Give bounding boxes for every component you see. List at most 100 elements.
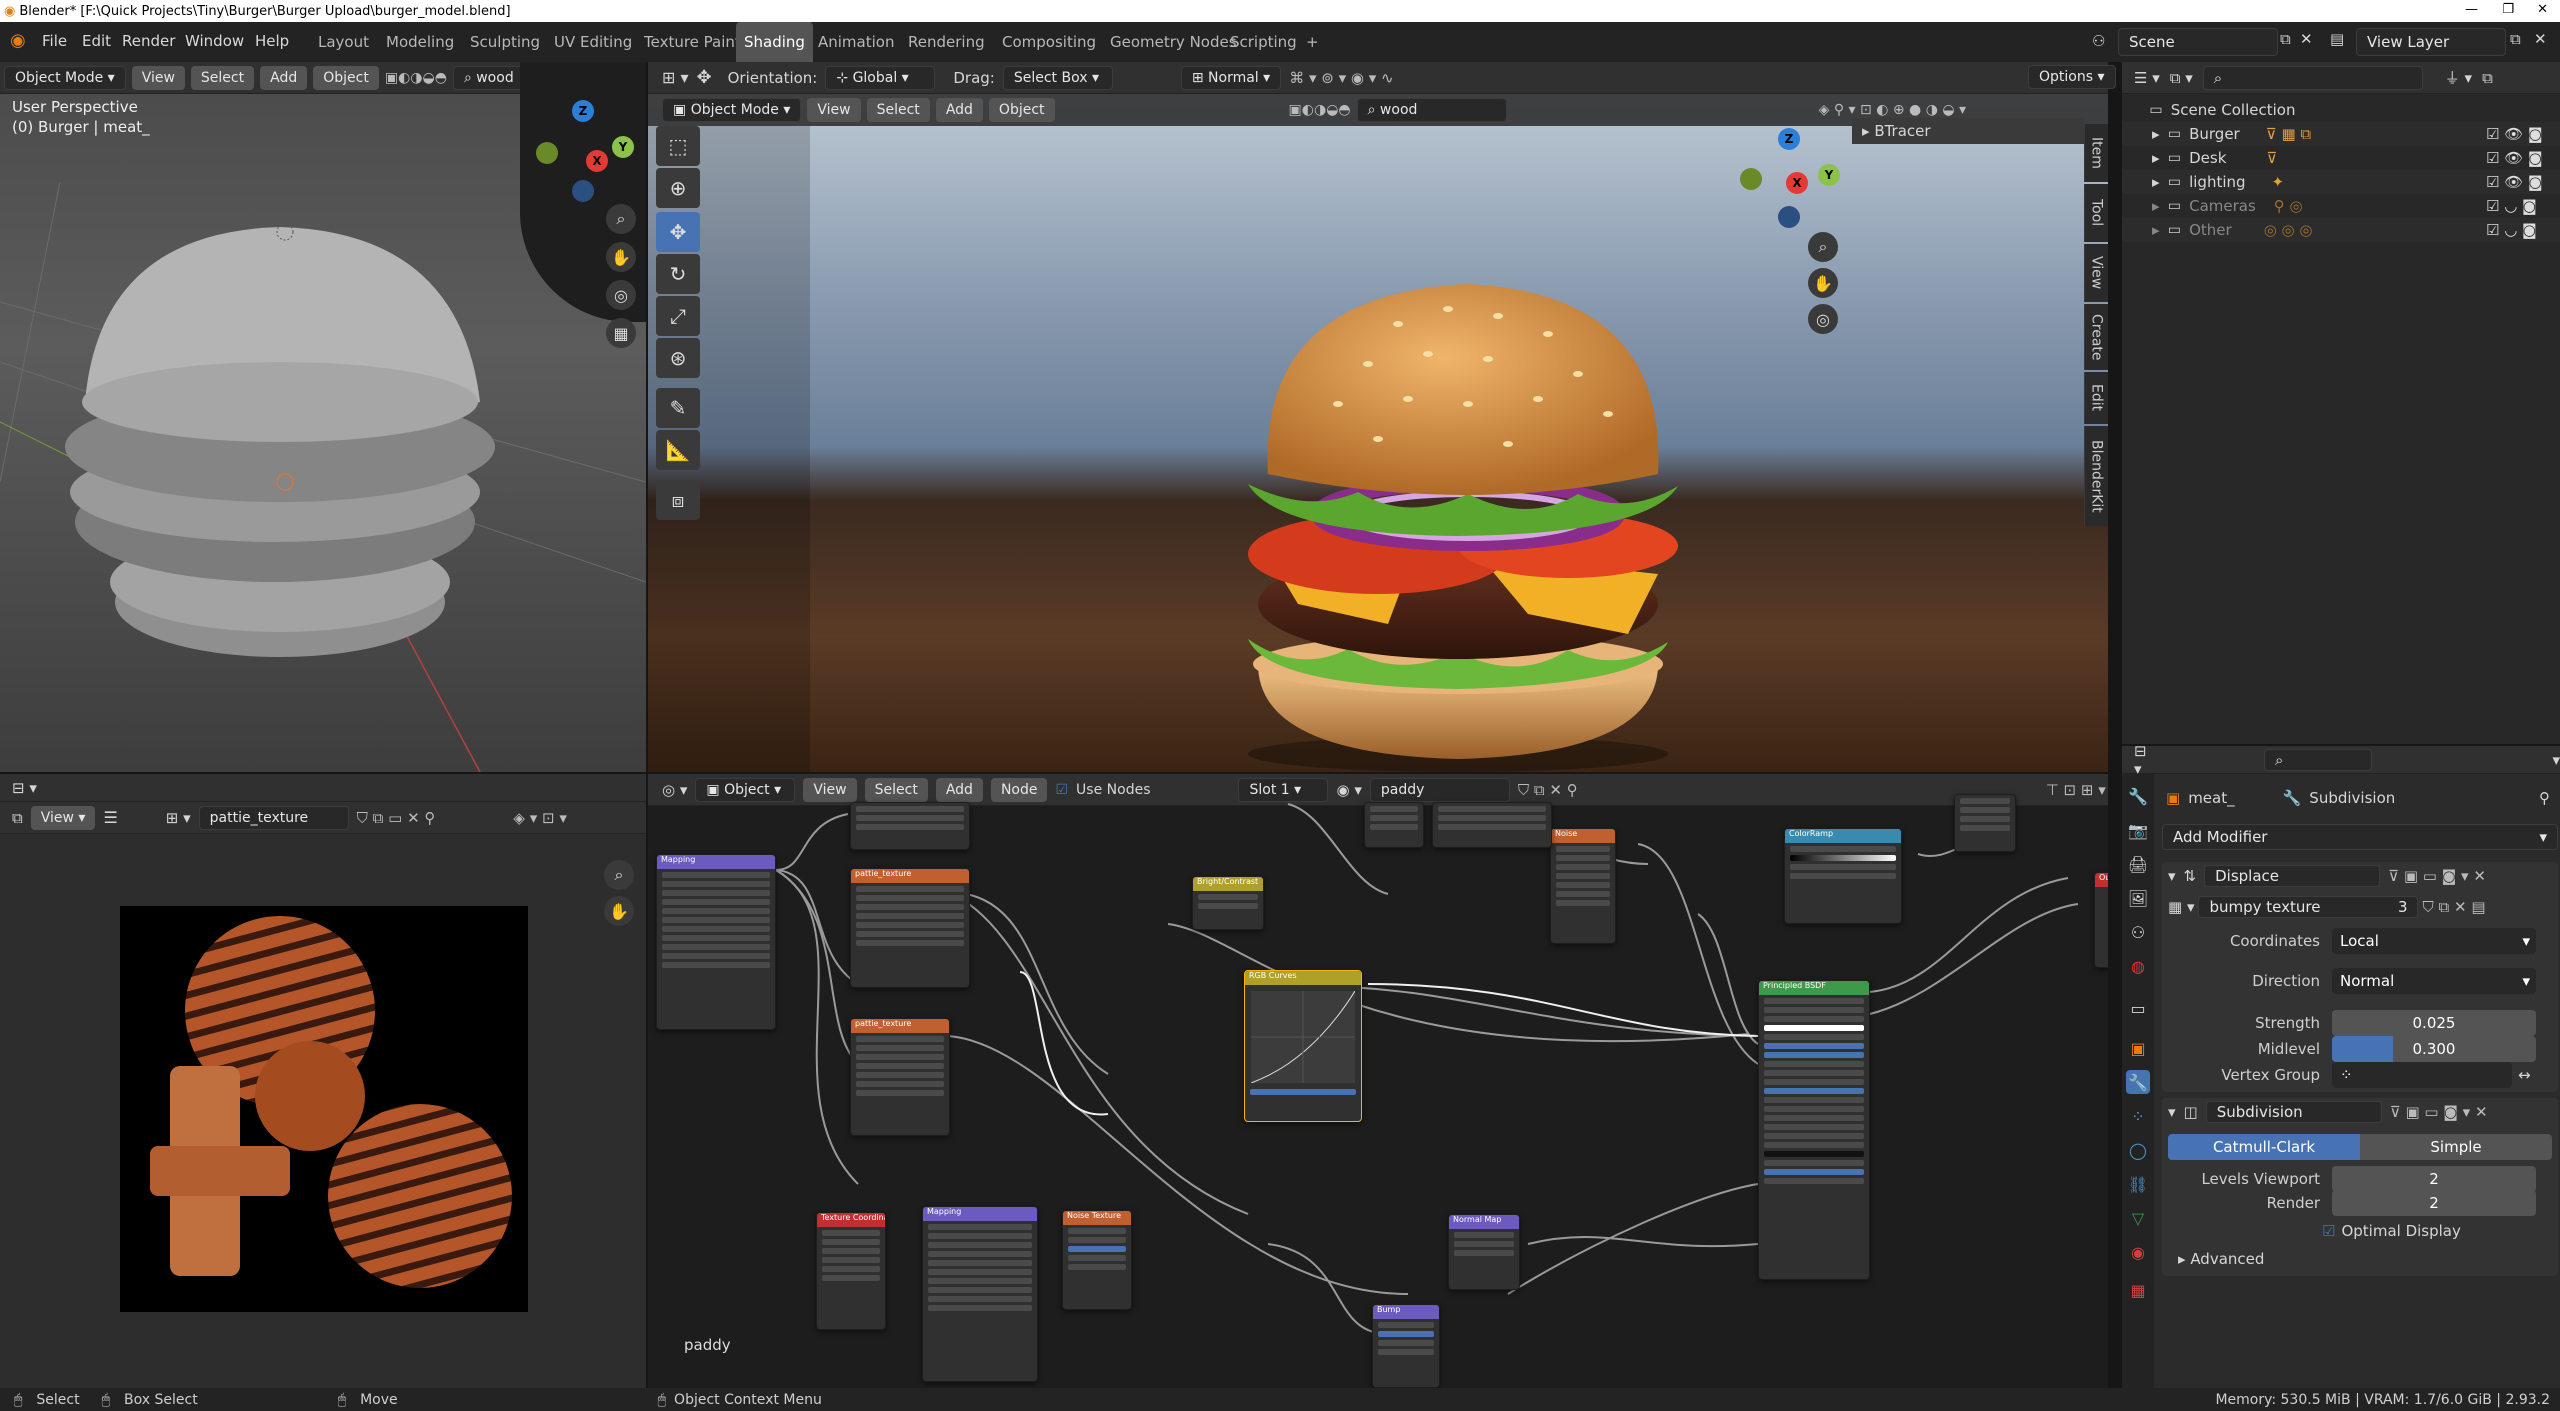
image-actions-icons[interactable]: ⛉ ⧉ ▭ ✕ ⚲ [357,809,436,827]
tab-sculpting[interactable]: Sculpting [462,22,548,62]
add-modifier-button[interactable]: Add Modifier ▾ [2162,824,2558,850]
object-tab-icon[interactable]: ▣ [2126,1036,2150,1060]
tab-rendering[interactable]: Rendering [900,22,993,62]
left-zoom-icon[interactable]: ⌕ [606,204,636,234]
main-view-menu[interactable]: View [807,98,861,122]
expand-icon[interactable]: ▸ [2152,173,2160,191]
image-editor-mode-icon[interactable]: ⧉ [12,809,23,827]
tool-move[interactable]: ✥ [656,212,700,252]
left-gizmo-z[interactable]: Z [572,100,594,122]
main-zoom-icon[interactable]: ⌕ [1808,232,1838,262]
tab-texture-paint[interactable]: Texture Paint [636,22,749,62]
left-viewport[interactable]: Object Mode ▾ View Select Add Object ▣◐◑… [0,62,646,772]
tab-uv-editing[interactable]: UV Editing [546,22,640,62]
main-pan-icon[interactable]: ✋ [1808,268,1838,298]
visibility-row-desk[interactable]: ☑ 👁 ◙ [2486,146,2556,170]
node-mapping-1[interactable]: Mapping [656,854,776,1030]
node-bright-contrast[interactable]: Bright/Contrast [1192,876,1264,930]
node-editor[interactable]: ◎ ▾ ▣ Object ▾ View Select Add Node ☑ Us… [648,774,2108,1388]
tool-select-box[interactable]: ⬚ [656,126,700,166]
texture-checker-icon[interactable]: ▦ ▾ [2168,898,2194,916]
remove-scene-icon[interactable]: ✕ [2300,30,2313,48]
tab-animation[interactable]: Animation [810,22,902,62]
main-gizmo-z[interactable]: Z [1778,128,1800,150]
new-view-layer-icon[interactable]: ⧉ [2510,30,2521,48]
node-noise-texture[interactable]: Noise [1550,828,1616,944]
direction-dropdown[interactable]: Normal ▾ [2332,968,2536,994]
collapse-icon[interactable]: ▾ [2168,867,2176,885]
properties-options-icon[interactable]: ▾ [2552,751,2560,769]
menu-file[interactable]: File [42,32,67,50]
pin-icon[interactable]: ⚲ [2539,789,2550,807]
tool-transform[interactable]: ⊛ [656,338,700,378]
tool-rotate[interactable]: ↻ [656,254,700,294]
scene-tab-icon[interactable]: ⚇ [2126,920,2150,944]
drag-selector[interactable]: Select Box ▾ [1002,65,1113,90]
transform-icon[interactable]: ✥ [697,67,712,88]
outliner-display-icon[interactable]: ⧉ ▾ [2170,69,2193,87]
physics-tab-icon[interactable]: ◯ [2126,1138,2150,1162]
subdivision-header[interactable]: ▾ ◫ Subdivision ⊽ ▣ ▭ ◙ ▾ ✕ [2162,1098,2558,1126]
sidetab-view[interactable]: View [2084,244,2108,302]
visibility-row-burger[interactable]: ☑ 👁 ◙ [2486,122,2556,146]
left-grid-icon[interactable]: ▦ [606,318,636,348]
texture-image[interactable] [120,906,528,1312]
output-tab-icon[interactable]: 🖨 [2126,852,2150,876]
node-mix-top3[interactable] [1432,802,1552,848]
main-mode-selector[interactable]: ▣ Object Mode ▾ [662,98,802,122]
tab-layout[interactable]: Layout [310,22,377,62]
main-gizmo-negy[interactable] [1740,168,1762,190]
expand-icon[interactable]: ▸ [2152,197,2160,215]
node-mix-top[interactable] [1954,794,2016,852]
outliner-new-collection-icon[interactable]: ⧉ [2482,69,2493,87]
node-material-output[interactable]: Out [2094,872,2108,968]
node-normal-map[interactable]: Normal Map [1448,1214,1520,1290]
main-gizmo-x[interactable]: X [1786,172,1808,194]
particles-tab-icon[interactable]: ⁘ [2126,1104,2150,1128]
view-layer-selector[interactable]: View Layer [2356,28,2506,56]
tool-annotate[interactable]: ✎ [656,388,700,428]
main-viewport[interactable]: ▣ Object Mode ▾ View Select Add Object ▣… [648,94,2108,772]
editor-type-icon[interactable]: ⊞ ▾ [662,68,689,87]
visibility-row-cameras[interactable]: ☑ ◡ ◙ [2486,194,2556,218]
outliner-scene-collection[interactable]: ▭ Scene Collection [2122,98,2560,122]
subdivision-toggle-icons[interactable]: ⊽ ▣ ▭ ◙ ▾ ✕ [2390,1103,2488,1121]
displace-toggle-icons[interactable]: ⊽ ▣ ▭ ◙ ▾ ✕ [2388,867,2486,885]
tool-cursor[interactable]: ⊕ [656,168,700,208]
expand-icon[interactable]: ▸ [2152,149,2160,167]
node-principled-bsdf[interactable]: Principled BSDF [1758,980,1870,1280]
tool-measure[interactable]: 📐 [656,430,700,470]
tool-add-cube[interactable]: ⧈ [656,480,700,520]
image-browse-icon[interactable]: ⊞ ▾ [166,809,191,827]
node-mapping-2[interactable]: Mapping [922,1206,1038,1382]
main-add-menu[interactable]: Add [935,98,983,122]
node-colorramp[interactable]: ColorRamp [1784,828,1902,924]
node-noise-texture-2[interactable]: Noise Texture [1062,1210,1132,1310]
sidetab-item[interactable]: Item [2084,124,2108,182]
tool-scale[interactable]: ⤢ [656,296,700,336]
visibility-row-other[interactable]: ☑ ◡ ◙ [2486,218,2556,242]
left-gizmo-neg[interactable] [536,142,558,164]
tool-tab-icon[interactable]: 🔧 [2126,784,2150,808]
render-levels-field[interactable]: 2 [2332,1190,2536,1216]
image-name-field[interactable]: pattie_texture [198,805,349,830]
menu-render[interactable]: Render [122,32,175,50]
view-layer-tab-icon[interactable]: 🖼 [2126,886,2150,910]
blender-menu-icon[interactable]: ◉ [10,30,26,51]
subdivision-name-field[interactable]: Subdivision [2205,1101,2382,1123]
new-scene-icon[interactable]: ⧉ [2280,30,2291,48]
expand-icon[interactable]: ▸ [2152,221,2160,239]
vertex-group-field[interactable]: ⁘ [2332,1062,2512,1088]
left-gizmo-negz[interactable] [572,180,594,202]
image-zoom-icon[interactable]: ⌕ [604,860,634,890]
image-editor-type-icon[interactable]: ⊟ ▾ [12,779,37,797]
tab-scripting[interactable]: Scripting [1222,22,1305,62]
coordinates-dropdown[interactable]: Local ▾ [2332,928,2536,954]
displace-header[interactable]: ▾ ⇅ Displace ⊽ ▣ ▭ ◙ ▾ ✕ [2162,862,2558,890]
snap-icons[interactable]: ⌘ ▾ ⊚ ▾ ◉ ▾ ∿ [1289,69,1393,87]
expand-icon[interactable]: ▸ [2152,125,2160,143]
scene-selector[interactable]: Scene [2118,28,2278,56]
advanced-subpanel[interactable]: ▸ Advanced [2178,1250,2264,1268]
tab-modeling[interactable]: Modeling [378,22,462,62]
node-rgb-curves[interactable]: RGB Curves [1244,970,1362,1122]
